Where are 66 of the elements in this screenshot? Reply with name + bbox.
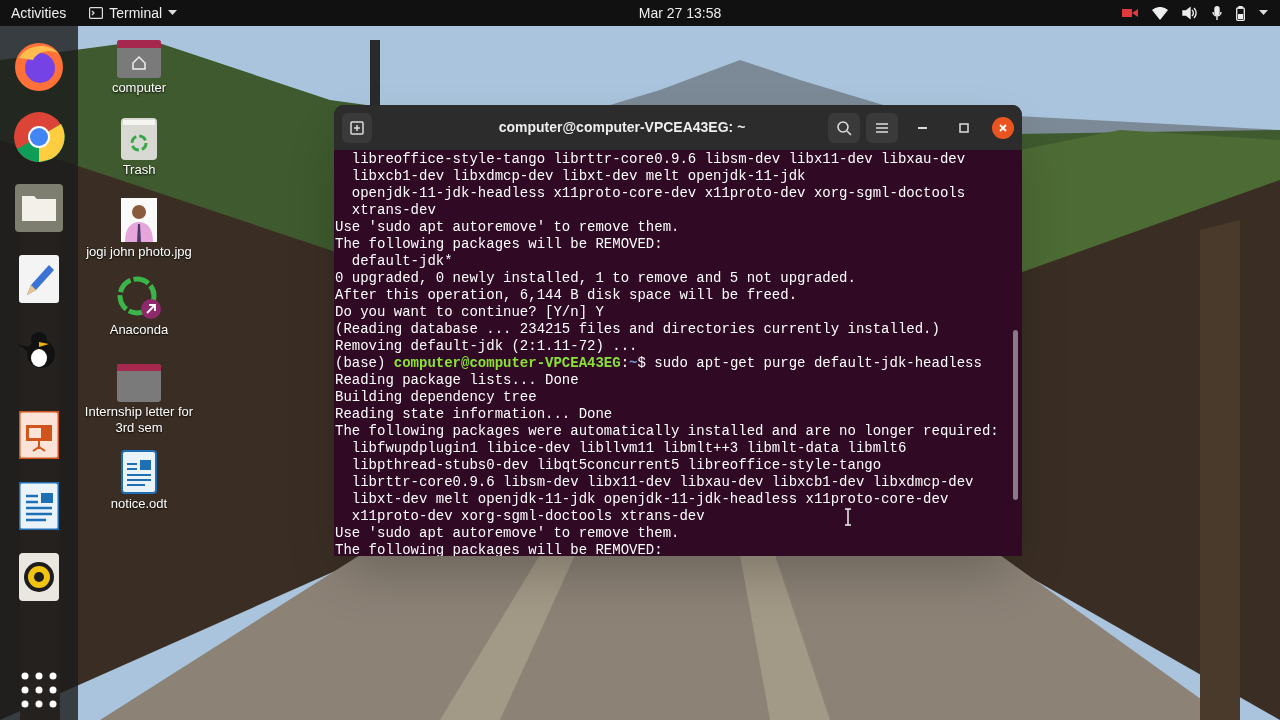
new-tab-button[interactable]: [342, 112, 372, 143]
activities-button[interactable]: Activities: [0, 2, 78, 24]
terminal-line: Reading state information... Done: [335, 406, 613, 423]
terminal-line: librttr-core0.9.6 libsm-dev libx11-dev libxau-dev libxcb1-dev libxdmcp-dev: [350, 474, 974, 491]
terminal-line: Building dependency tree: [335, 389, 537, 406]
document-icon[interactable]: [19, 482, 59, 531]
person-photo-icon[interactable]: [121, 198, 157, 242]
terminal-line: libreoffice-style-tango librttr-core0.9.6 libsm-dev libx11-dev libxau-dev: [350, 151, 966, 168]
scrollbar-thumb[interactable]: [1013, 330, 1018, 500]
text-cursor-icon: [843, 508, 853, 526]
terminal-line: libxcb1-dev libxdmcp-dev libxt-dev melt openjdk-11-jdk: [350, 168, 806, 185]
terminal-line: Use 'sudo apt autoremove' to remove them.: [335, 219, 680, 236]
search-button[interactable]: [828, 112, 860, 143]
caret-icon: [168, 10, 178, 16]
desktop-icon-label[interactable]: computer: [84, 80, 194, 96]
terminal-line: xtrans-dev: [350, 202, 436, 219]
volume-icon[interactable]: [1182, 6, 1198, 20]
terminal-line: The following packages will be REMOVED:: [335, 236, 663, 253]
desktop-icon-label[interactable]: jogi john photo.jpg: [84, 244, 194, 260]
terminal-line: libxt-dev melt openjdk-11-jdk openjdk-11-jdk-headless x11proto-core-dev: [350, 491, 949, 508]
terminal-line: The following packages were automatically installed and are no longer required:: [335, 423, 999, 440]
terminal-line: default-jdk*: [350, 253, 453, 270]
speaker-icon[interactable]: [19, 553, 59, 602]
anaconda-icon[interactable]: [115, 274, 163, 320]
maximize-icon: [959, 122, 969, 133]
menu-button[interactable]: [866, 112, 898, 143]
search-icon: [836, 119, 852, 136]
home-folder-icon[interactable]: [117, 38, 161, 78]
app-grid-icon[interactable]: [21, 672, 57, 709]
close-button[interactable]: [992, 116, 1014, 139]
folder-icon[interactable]: [15, 183, 63, 232]
text-editor-icon[interactable]: [19, 254, 59, 303]
terminal-line: Reading package lists... Done: [335, 372, 579, 389]
terminal-line: 0 upgraded, 0 newly installed, 1 to remove and 5 not upgraded.: [335, 270, 856, 287]
minimize-icon: [917, 126, 927, 129]
close-icon: [998, 122, 1008, 133]
terminal-line: libpthread-stubs0-dev libqt5concurrent5 libreoffice-style-tango: [350, 457, 882, 474]
chrome-icon[interactable]: [13, 110, 65, 163]
terminal-line: openjdk-11-jdk-headless x11proto-core-dev x11proto-dev xorg-sgml-doctools: [350, 185, 966, 202]
prompt-line: (base) computer@computer-VPCEA43EG:~$ sudo apt-get purge default-jdk-headless: [335, 355, 982, 372]
wifi-icon[interactable]: [1152, 6, 1168, 20]
microphone-icon[interactable]: [1212, 5, 1222, 21]
terminal-line: Do you want to continue? [Y/n] Y: [335, 304, 604, 321]
window-title: computer@computer-VPCEA43EG: ~: [497, 118, 747, 137]
camera-icon[interactable]: [1122, 8, 1138, 18]
new-tab-icon: [349, 119, 365, 136]
desktop-icon-label[interactable]: Anaconda: [84, 322, 194, 338]
terminal-line: After this operation, 6,144 B disk space will be freed.: [335, 287, 798, 304]
terminal-line: libfwupdplugin1 libice-dev libllvm11 libmlt++3 libmlt-data libmlt6: [350, 440, 907, 457]
app-menu[interactable]: Terminal: [89, 2, 178, 24]
battery-icon[interactable]: [1236, 5, 1245, 21]
desktop-icon-label[interactable]: Internship letter for 3rd sem: [84, 404, 194, 436]
trash-icon[interactable]: [121, 118, 157, 160]
terminal-icon: [89, 7, 104, 19]
terminal-line: (Reading database ... 234215 files and directories currently installed.): [335, 321, 940, 338]
desktop-icon-label[interactable]: notice.odt: [84, 496, 194, 512]
terminal-line: The following packages will be REMOVED:: [335, 542, 663, 556]
menu-icon: [875, 121, 889, 134]
terminal-line: Removing default-jdk (2:1.11-72) ...: [335, 338, 638, 355]
desktop-icon-label[interactable]: Trash: [84, 162, 194, 178]
document-icon[interactable]: [121, 450, 157, 494]
presentation-icon[interactable]: [19, 411, 59, 460]
caret-icon[interactable]: [1259, 10, 1268, 16]
terminal-line: x11proto-dev xorg-sgml-doctools xtrans-dev: [350, 508, 705, 525]
clock[interactable]: Mar 27 13:58: [600, 2, 760, 24]
terminal-line: Use 'sudo apt autoremove' to remove them.: [335, 525, 680, 542]
